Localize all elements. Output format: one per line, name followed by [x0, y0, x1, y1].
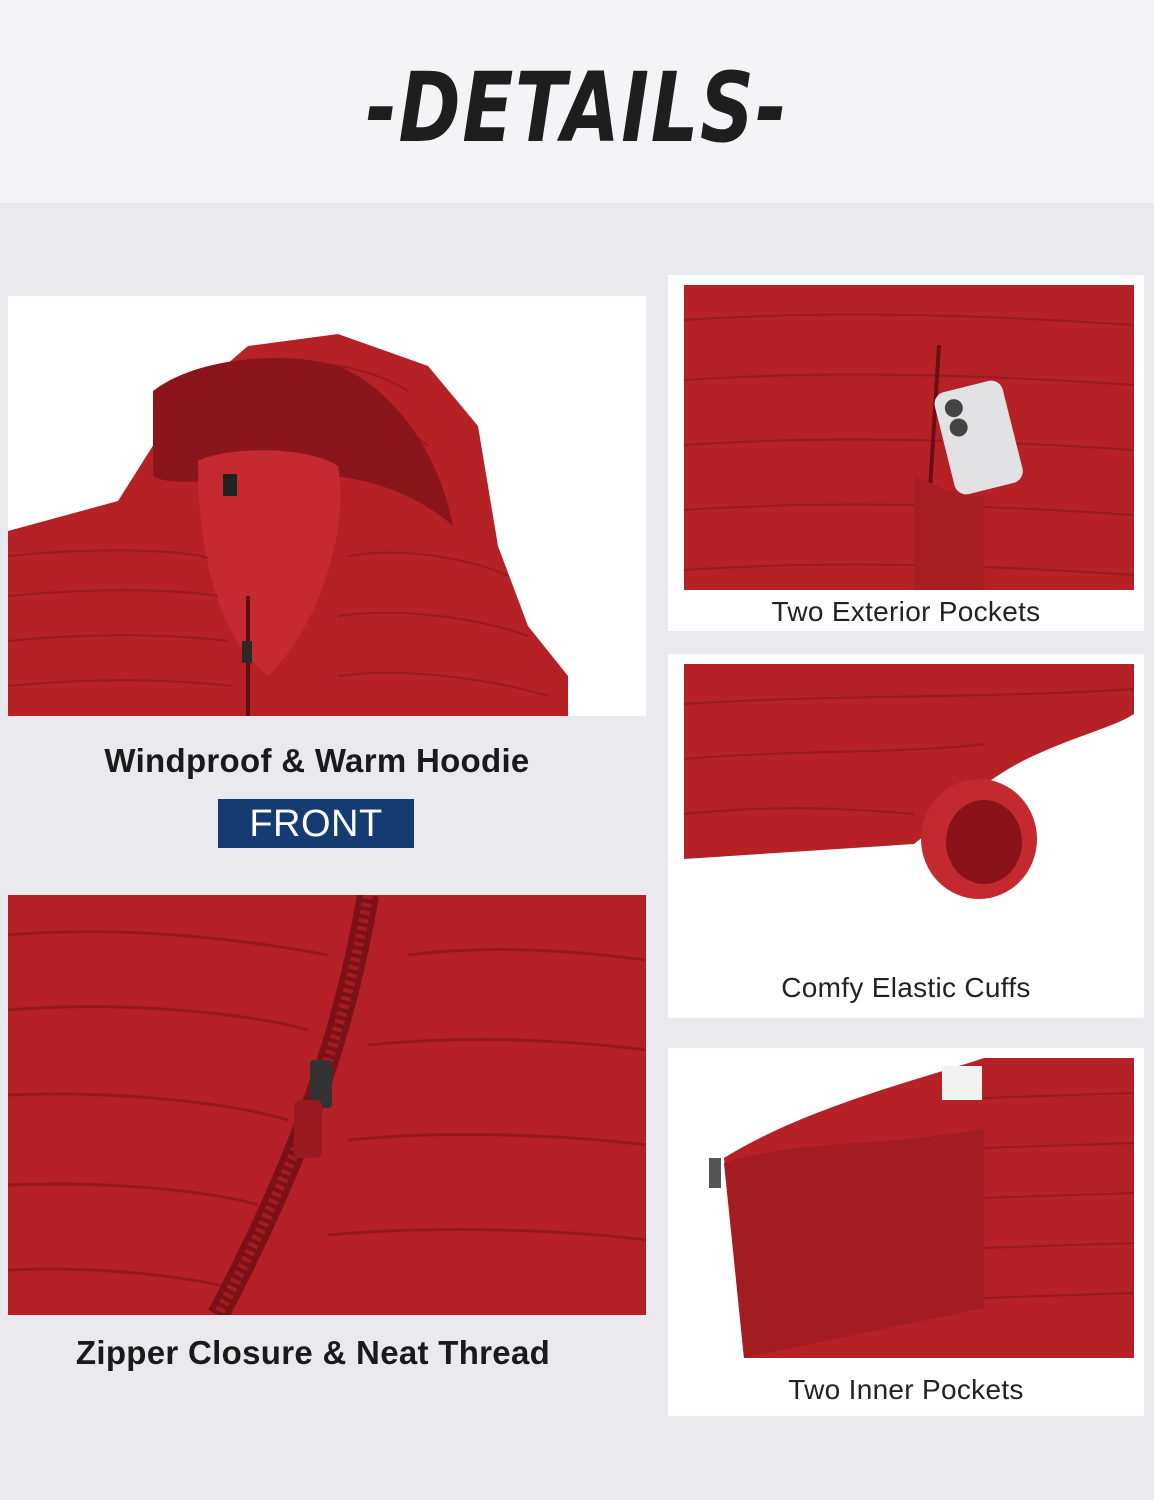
exterior-pockets-photo: [684, 285, 1134, 590]
zipper-photo: [8, 895, 646, 1315]
cuffs-caption: Comfy Elastic Cuffs: [781, 972, 1031, 1003]
hoodie-photo: [8, 296, 646, 716]
inner-pockets-card: Two Inner Pockets: [668, 1048, 1144, 1416]
exterior-pockets-card: Two Exterior Pockets: [668, 275, 1144, 631]
cuffs-photo: [684, 664, 1134, 962]
hoodie-caption: Windproof & Warm Hoodie: [104, 742, 530, 779]
header-banner: -DETAILS-: [0, 0, 1154, 203]
cuffs-card: Comfy Elastic Cuffs: [668, 654, 1144, 1018]
page-title: -DETAILS-: [365, 52, 789, 164]
front-badge: FRONT: [218, 799, 414, 848]
zipper-caption: Zipper Closure & Neat Thread: [75, 1334, 551, 1371]
inner-pockets-caption: Two Inner Pockets: [788, 1374, 1024, 1405]
exterior-pockets-caption: Two Exterior Pockets: [771, 596, 1041, 627]
inner-pockets-photo: [684, 1058, 1134, 1358]
